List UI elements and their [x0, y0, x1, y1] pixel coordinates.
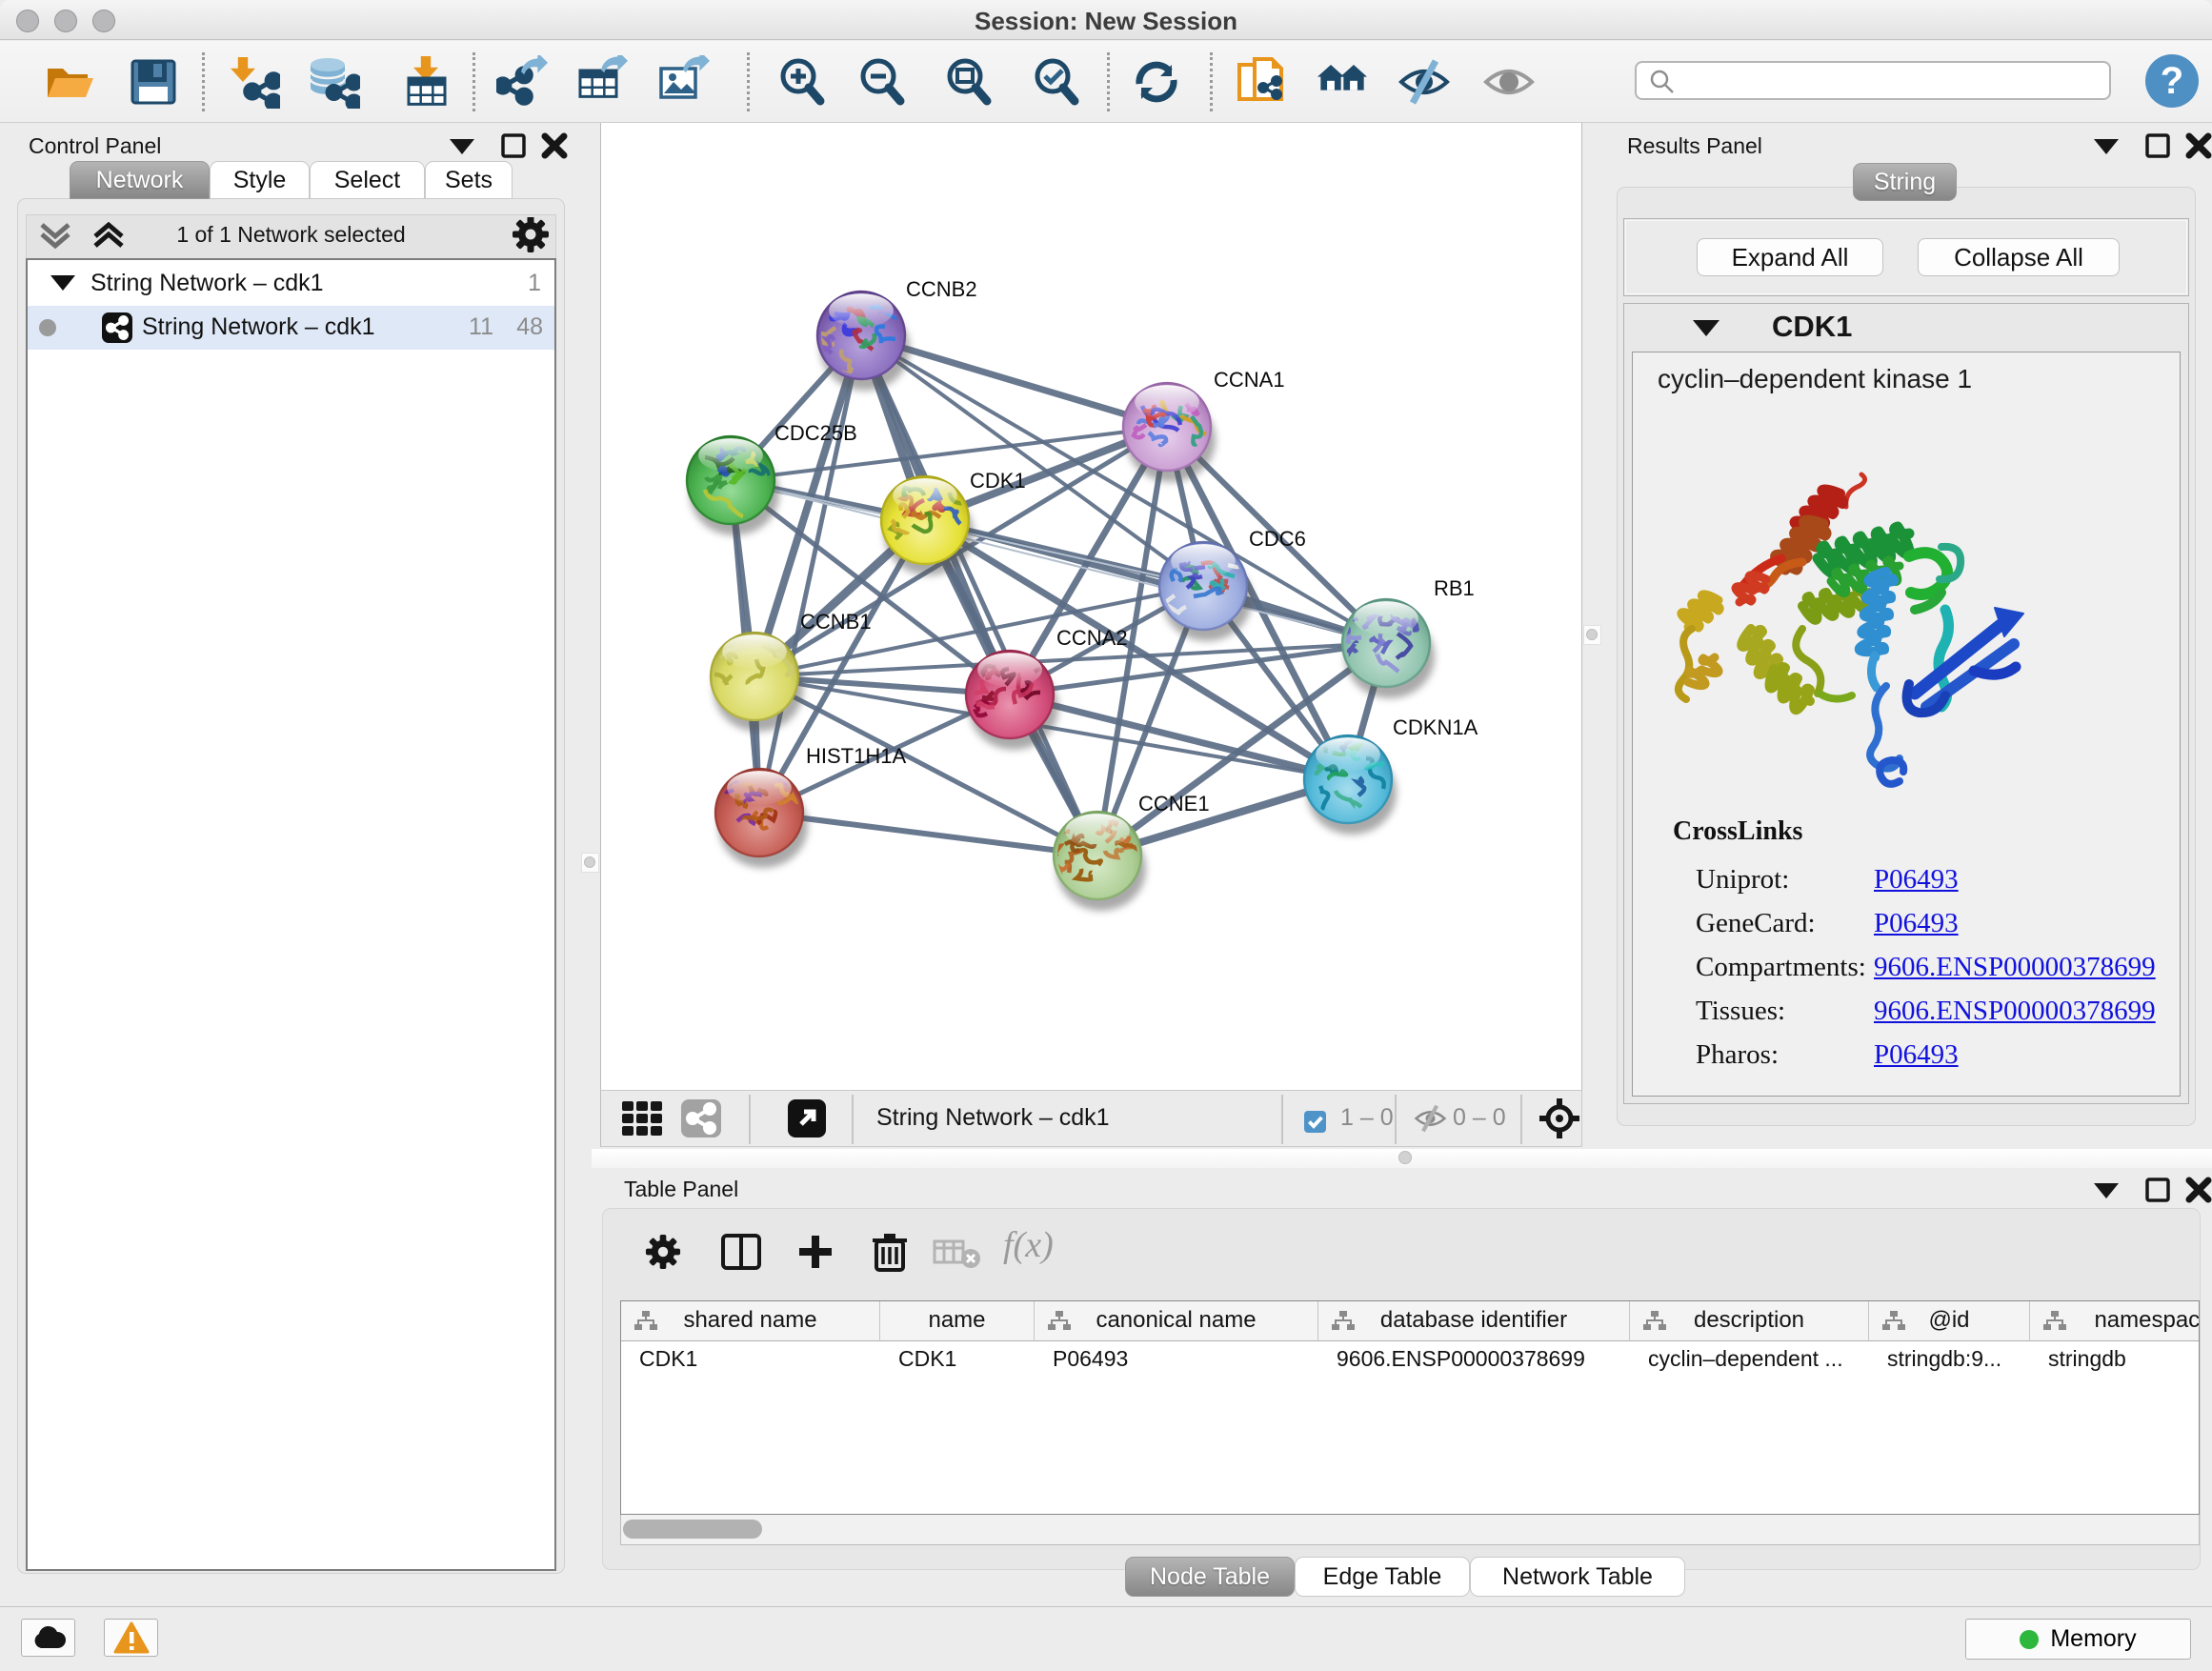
svg-text:CCNB1: CCNB1 — [800, 610, 872, 634]
svg-text:CDK1: CDK1 — [970, 469, 1026, 493]
svg-text:HIST1H1A: HIST1H1A — [806, 744, 906, 768]
svg-text:CCNA2: CCNA2 — [1056, 626, 1128, 650]
svg-text:CCNA1: CCNA1 — [1214, 368, 1285, 392]
svg-text:CCNB2: CCNB2 — [906, 277, 977, 301]
svg-text:CDKN1A: CDKN1A — [1393, 715, 1478, 739]
svg-text:CCNE1: CCNE1 — [1138, 792, 1210, 815]
svg-text:CDC25B: CDC25B — [774, 421, 857, 445]
svg-text:CDC6: CDC6 — [1249, 527, 1306, 551]
svg-text:RB1: RB1 — [1434, 576, 1475, 600]
